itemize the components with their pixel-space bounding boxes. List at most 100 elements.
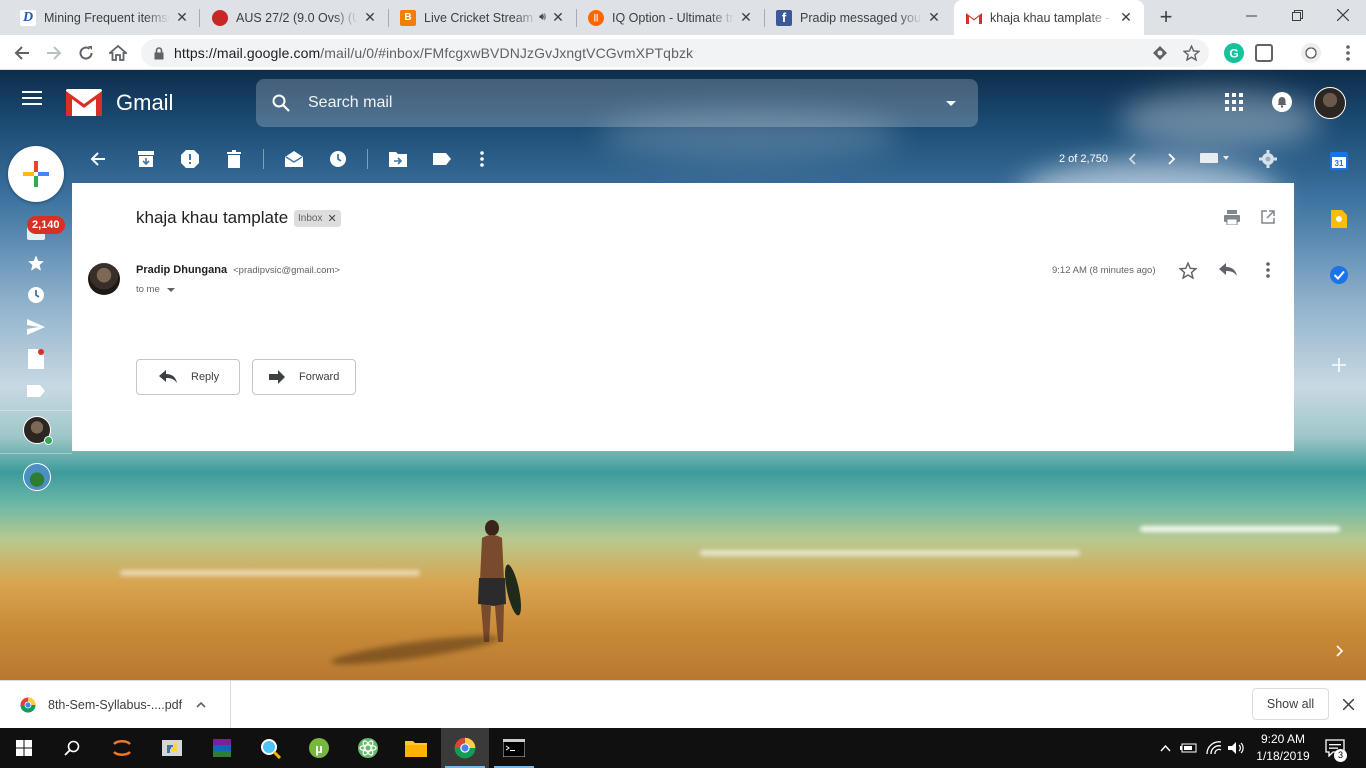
- forward-arrow-icon[interactable]: [40, 39, 68, 67]
- notifications-bell-icon[interactable]: [1270, 90, 1294, 114]
- browser-tab[interactable]: B Live Cricket Stream 🔊︎ ✕: [388, 0, 576, 35]
- wifi-icon[interactable]: [1205, 739, 1223, 757]
- message-pager: 2 of 2,750: [1059, 153, 1108, 165]
- print-icon[interactable]: [1222, 207, 1242, 227]
- settings-gear-icon[interactable]: [1256, 147, 1280, 171]
- labels-icon[interactable]: [430, 147, 454, 171]
- address-bar[interactable]: https://mail.google.com/mail/u/0/#inbox/…: [141, 39, 1209, 67]
- remove-label-icon[interactable]: ✕: [327, 212, 336, 225]
- close-tab-icon[interactable]: ✕: [174, 9, 190, 26]
- input-tools-keyboard-icon[interactable]: [1198, 147, 1232, 171]
- close-tab-icon[interactable]: ✕: [1118, 9, 1134, 26]
- older-message-chevron-icon[interactable]: [1160, 147, 1184, 171]
- utorrent-icon[interactable]: µ: [295, 728, 343, 768]
- lock-icon[interactable]: [154, 46, 164, 60]
- open-in-new-window-icon[interactable]: [1258, 207, 1278, 227]
- chrome-menu-icon[interactable]: [1334, 39, 1362, 67]
- file-explorer-icon[interactable]: [392, 728, 440, 768]
- back-arrow-icon[interactable]: [8, 39, 36, 67]
- starred-icon[interactable]: [24, 251, 48, 275]
- show-side-panel-chevron-icon[interactable]: [1328, 640, 1350, 662]
- calendar-icon[interactable]: 31: [1328, 150, 1350, 172]
- close-tab-icon[interactable]: ✕: [550, 9, 566, 26]
- reload-icon[interactable]: [72, 39, 100, 67]
- reply-button[interactable]: Reply: [136, 359, 240, 395]
- back-to-inbox-icon[interactable]: [86, 147, 110, 171]
- python-idle-icon[interactable]: [148, 728, 196, 768]
- chrome-taskbar-icon[interactable]: [441, 728, 489, 768]
- mark-as-unread-icon[interactable]: [282, 147, 306, 171]
- sender-name[interactable]: Pradip Dhungana: [136, 264, 227, 276]
- install-app-icon[interactable]: [1146, 39, 1174, 67]
- show-all-downloads-button[interactable]: Show all: [1252, 688, 1329, 720]
- close-tab-icon[interactable]: ✕: [362, 9, 378, 26]
- windows-start-icon[interactable]: [0, 728, 48, 768]
- winrar-icon[interactable]: [198, 728, 246, 768]
- archive-icon[interactable]: [134, 147, 158, 171]
- close-downloads-bar-icon[interactable]: [1339, 695, 1357, 713]
- search-options-chevron-icon[interactable]: [946, 100, 956, 106]
- close-tab-icon[interactable]: ✕: [926, 9, 942, 26]
- magnifier-app-icon[interactable]: [246, 728, 294, 768]
- inbox-label-chip[interactable]: Inbox ✕: [294, 210, 341, 227]
- forward-button[interactable]: Forward: [252, 359, 356, 395]
- minimize-window-icon[interactable]: [1228, 0, 1274, 30]
- extension-icon[interactable]: [1255, 44, 1273, 62]
- browser-tab-active[interactable]: khaja khau tamplate - s ✕: [954, 0, 1144, 35]
- jupyter-icon[interactable]: [98, 728, 146, 768]
- tasks-icon[interactable]: [1328, 264, 1350, 286]
- search-icon[interactable]: [272, 94, 290, 112]
- star-message-icon[interactable]: [1178, 260, 1198, 280]
- delete-icon[interactable]: [222, 147, 246, 171]
- gmail-logo[interactable]: Gmail: [66, 89, 173, 116]
- sender-avatar[interactable]: [88, 263, 120, 295]
- battery-icon[interactable]: [1180, 739, 1198, 757]
- browser-tab[interactable]: || IQ Option - Ultimate tra ✕: [576, 0, 764, 35]
- url-text[interactable]: https://mail.google.com/mail/u/0/#inbox/…: [174, 45, 693, 61]
- system-clock[interactable]: 9:20 AM 1/18/2019: [1252, 731, 1314, 765]
- search-icon[interactable]: [48, 728, 96, 768]
- sent-icon[interactable]: [24, 315, 48, 339]
- clock-date: 1/18/2019: [1256, 749, 1310, 763]
- recipient-details[interactable]: to me: [136, 284, 175, 295]
- apps-grid-icon[interactable]: [1222, 90, 1246, 114]
- snoozed-clock-icon[interactable]: [24, 283, 48, 307]
- search-input[interactable]: [306, 93, 906, 113]
- home-icon[interactable]: [104, 39, 132, 67]
- message-more-icon[interactable]: [1258, 260, 1278, 280]
- browser-tab[interactable]: AUS 27/2 (9.0 Ovs) (Usm ✕: [200, 0, 388, 35]
- download-options-chevron-icon[interactable]: [196, 702, 206, 708]
- report-spam-icon[interactable]: [178, 147, 202, 171]
- more-actions-icon[interactable]: [470, 147, 494, 171]
- svg-text:G: G: [1229, 47, 1238, 61]
- new-tab-icon[interactable]: +: [1154, 4, 1178, 29]
- show-details-chevron-icon[interactable]: [166, 287, 175, 292]
- keep-icon[interactable]: [1328, 208, 1350, 230]
- browser-tab[interactable]: D Mining Frequent itemse ✕: [8, 0, 200, 35]
- audio-playing-icon[interactable]: 🔊︎: [539, 11, 546, 24]
- grammarly-icon[interactable]: G: [1224, 43, 1244, 63]
- account-avatar[interactable]: [1314, 87, 1346, 119]
- contact-avatar[interactable]: [23, 463, 51, 491]
- label-icon[interactable]: [24, 379, 48, 403]
- search-box[interactable]: [256, 79, 978, 127]
- browser-tab[interactable]: f Pradip messaged you ✕: [764, 0, 952, 35]
- command-prompt-icon[interactable]: [490, 728, 538, 768]
- newer-message-chevron-icon[interactable]: [1120, 147, 1144, 171]
- compose-button[interactable]: [8, 146, 64, 202]
- drafts-icon[interactable]: [24, 347, 48, 371]
- reply-icon[interactable]: [1218, 260, 1238, 280]
- snooze-icon[interactable]: [326, 147, 350, 171]
- restore-window-icon[interactable]: [1274, 0, 1320, 30]
- bookmark-star-icon[interactable]: [1177, 39, 1205, 67]
- add-addon-icon[interactable]: [1328, 354, 1350, 376]
- atom-editor-icon[interactable]: [344, 728, 392, 768]
- volume-icon[interactable]: [1228, 739, 1246, 757]
- close-window-icon[interactable]: [1320, 0, 1366, 30]
- move-to-icon[interactable]: [386, 147, 410, 171]
- show-hidden-icons-chevron-icon[interactable]: [1156, 739, 1174, 757]
- download-item[interactable]: 8th-Sem-Syllabus-....pdf: [0, 681, 231, 729]
- close-tab-icon[interactable]: ✕: [738, 9, 754, 26]
- profile-extension-icon[interactable]: [1301, 43, 1321, 63]
- main-menu-icon[interactable]: [22, 90, 50, 114]
